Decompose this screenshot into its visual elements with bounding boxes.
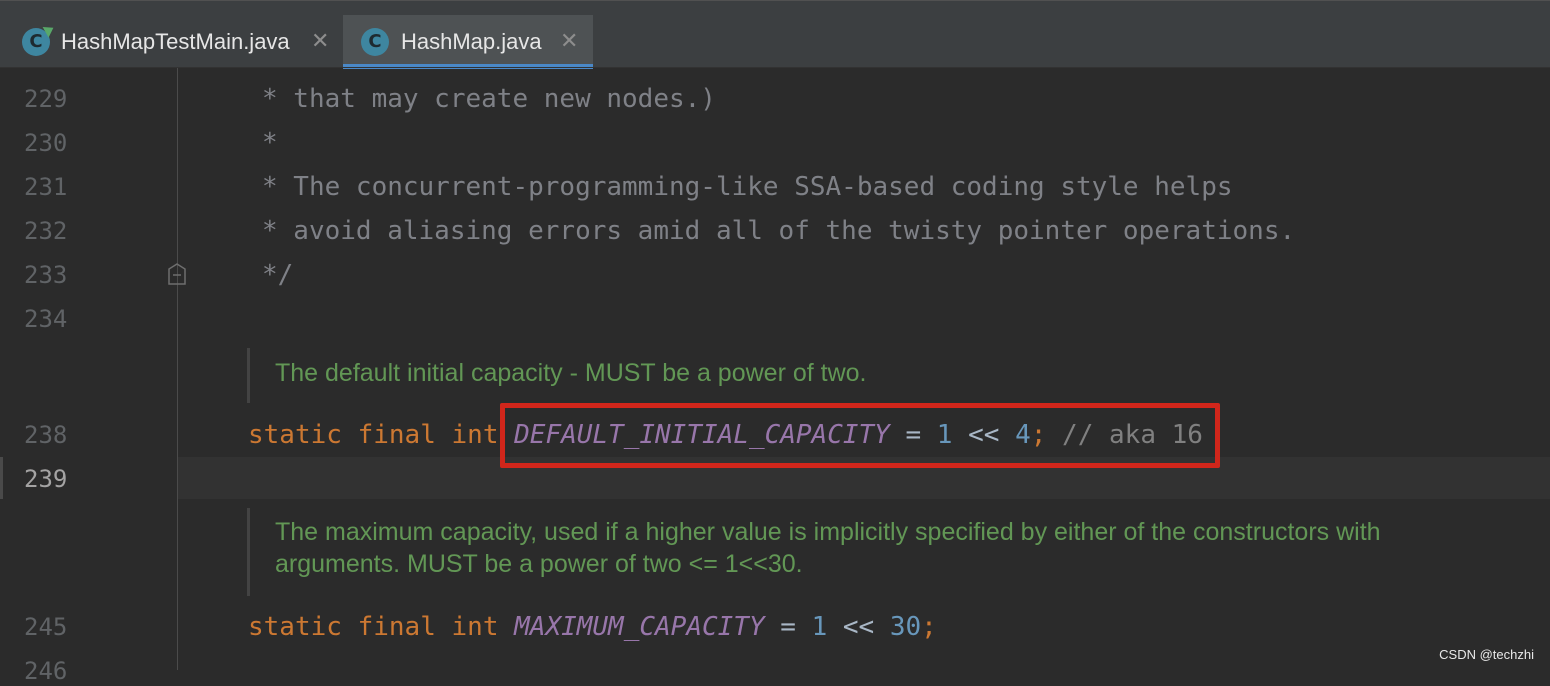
tab-label: HashMapTestMain.java (61, 29, 290, 54)
code-line[interactable]: * that may create new nodes.) (262, 84, 716, 114)
line-number: 246 (24, 657, 68, 685)
line-number: 232 (24, 217, 68, 245)
line-number-current: 239 (24, 465, 68, 493)
class-icon: C (361, 28, 389, 56)
editor-tab-bar: C HashMapTestMain.java ✕ C HashMap.java … (0, 0, 1550, 69)
line-number: 230 (24, 129, 68, 157)
line-number: 233 (24, 261, 68, 289)
line-number: 234 (24, 305, 68, 333)
class-run-icon: C (22, 22, 57, 56)
rendered-javadoc: The maximum capacity, used if a higher v… (247, 508, 1381, 596)
code-line-245[interactable]: static final int MAXIMUM_CAPACITY = 1 <<… (248, 612, 937, 642)
watermark: CSDN @techzhi (1439, 647, 1534, 662)
tab-hashmaptestmain[interactable]: C HashMapTestMain.java ✕ (0, 15, 342, 69)
fold-marker-icon[interactable] (168, 263, 186, 285)
javadoc-text: arguments. MUST be a power of two <= 1<<… (275, 550, 803, 578)
code-line[interactable]: * avoid aliasing errors amid all of the … (262, 216, 1295, 246)
line-number: 231 (24, 173, 68, 201)
line-number: 229 (24, 85, 68, 113)
javadoc-text: The maximum capacity, used if a higher v… (275, 518, 1381, 546)
current-line-gutter-mark (0, 457, 3, 499)
code-line[interactable]: */ (262, 260, 293, 290)
line-number: 245 (24, 613, 68, 641)
constant-maximum-capacity: MAXIMUM_CAPACITY (514, 612, 765, 642)
javadoc-text: The default initial capacity - MUST be a… (275, 359, 867, 387)
rendered-javadoc: The default initial capacity - MUST be a… (247, 348, 866, 403)
line-number: 238 (24, 421, 68, 449)
annotation-highlight-box (500, 403, 1220, 468)
close-icon[interactable]: ✕ (560, 28, 578, 56)
tab-label: HashMap.java (401, 29, 542, 54)
tab-hashmap[interactable]: C HashMap.java ✕ (343, 15, 593, 69)
code-line[interactable]: * The concurrent-programming-like SSA-ba… (262, 172, 1233, 202)
code-line[interactable]: * (262, 128, 278, 158)
gutter-separator (177, 68, 178, 670)
tab-bar-divider (0, 67, 1550, 68)
close-icon[interactable]: ✕ (311, 28, 329, 56)
